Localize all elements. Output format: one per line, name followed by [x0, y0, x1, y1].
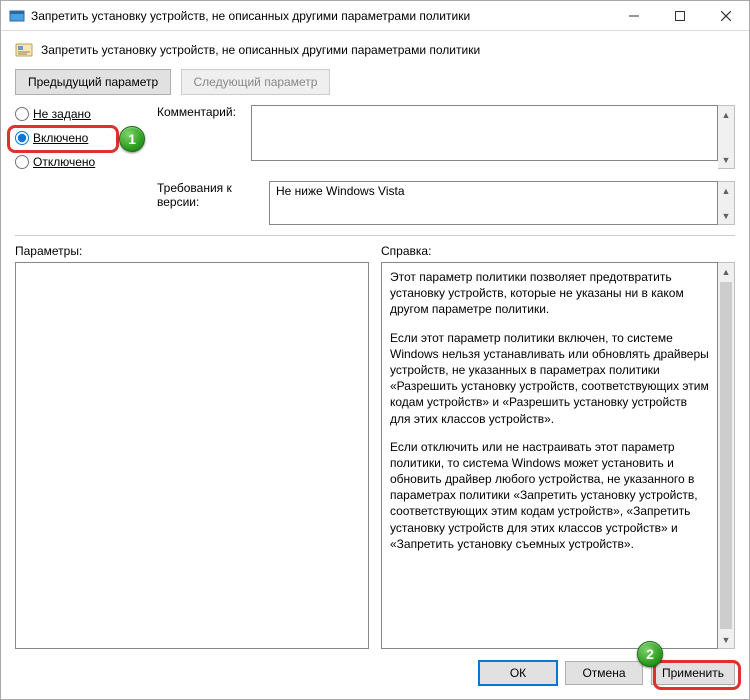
- comment-scrollbar[interactable]: ▲ ▼: [718, 105, 735, 169]
- help-column: Справка: Этот параметр политики позволяе…: [381, 244, 735, 649]
- radio-enabled-label: Включено: [33, 131, 88, 145]
- help-paragraph-3: Если отключить или не настраивать этот п…: [390, 439, 709, 552]
- apply-button[interactable]: Применить: [651, 661, 735, 685]
- radio-enabled[interactable]: Включено: [15, 131, 149, 145]
- help-paragraph-1: Этот параметр политики позволяет предотв…: [390, 269, 709, 318]
- scroll-thumb[interactable]: [720, 282, 732, 629]
- state-radio-group: Не задано Включено Отключено 1: [15, 105, 149, 169]
- radio-not-configured[interactable]: Не задано: [15, 107, 149, 121]
- policy-icon: [15, 41, 33, 59]
- radio-disabled-label: Отключено: [33, 155, 95, 169]
- next-setting-button[interactable]: Следующий параметр: [181, 69, 331, 95]
- minimize-button[interactable]: [611, 1, 657, 31]
- help-label: Справка:: [381, 244, 735, 258]
- window-titlebar: Запретить установку устройств, не описан…: [1, 1, 749, 31]
- requirements-row: Требования к версии: Не ниже Windows Vis…: [1, 175, 749, 235]
- maximize-button[interactable]: [657, 1, 703, 31]
- scroll-down-icon[interactable]: ▼: [718, 207, 734, 224]
- help-paragraph-2: Если этот параметр политики включен, то …: [390, 330, 709, 427]
- requirements-scrollbar[interactable]: ▲ ▼: [718, 181, 735, 225]
- gpedit-policy-dialog: Запретить установку устройств, не описан…: [0, 0, 750, 700]
- scroll-up-icon[interactable]: ▲: [718, 182, 734, 199]
- help-text: Этот параметр политики позволяет предотв…: [381, 262, 718, 649]
- radio-not-configured-label: Не задано: [33, 107, 91, 121]
- radio-not-configured-input[interactable]: [15, 107, 29, 121]
- requirements-label: Требования к версии:: [15, 181, 269, 209]
- radio-disabled[interactable]: Отключено: [15, 155, 149, 169]
- scroll-down-icon[interactable]: ▼: [718, 151, 734, 168]
- scroll-up-icon[interactable]: ▲: [718, 106, 734, 123]
- scroll-up-icon[interactable]: ▲: [718, 263, 734, 280]
- ok-button[interactable]: ОК: [479, 661, 557, 685]
- policy-header: Запретить установку устройств, не описан…: [1, 31, 749, 65]
- options-box[interactable]: [15, 262, 369, 649]
- comment-textarea[interactable]: [251, 105, 718, 161]
- window-title: Запретить установку устройств, не описан…: [31, 9, 611, 23]
- options-column: Параметры:: [15, 244, 369, 649]
- help-wrap: Этот параметр политики позволяет предотв…: [381, 262, 735, 649]
- dialog-footer: ОК Отмена Применить 2: [1, 649, 749, 699]
- options-label: Параметры:: [15, 244, 369, 258]
- requirements-value: Не ниже Windows Vista: [269, 181, 718, 225]
- radio-disabled-input[interactable]: [15, 155, 29, 169]
- policy-title: Запретить установку устройств, не описан…: [41, 43, 480, 57]
- radio-enabled-input[interactable]: [15, 131, 29, 145]
- scroll-down-icon[interactable]: ▼: [718, 631, 734, 648]
- close-button[interactable]: [703, 1, 749, 31]
- state-and-comment-row: Не задано Включено Отключено 1 Комментар…: [1, 105, 749, 175]
- window-icon: [9, 8, 25, 24]
- main-area: Параметры: Справка: Этот параметр полити…: [1, 236, 749, 649]
- help-scrollbar[interactable]: ▲ ▼: [718, 262, 735, 649]
- nav-buttons: Предыдущий параметр Следующий параметр: [1, 65, 749, 105]
- comment-label: Комментарий:: [149, 105, 251, 169]
- cancel-button[interactable]: Отмена: [565, 661, 643, 685]
- previous-setting-button[interactable]: Предыдущий параметр: [15, 69, 171, 95]
